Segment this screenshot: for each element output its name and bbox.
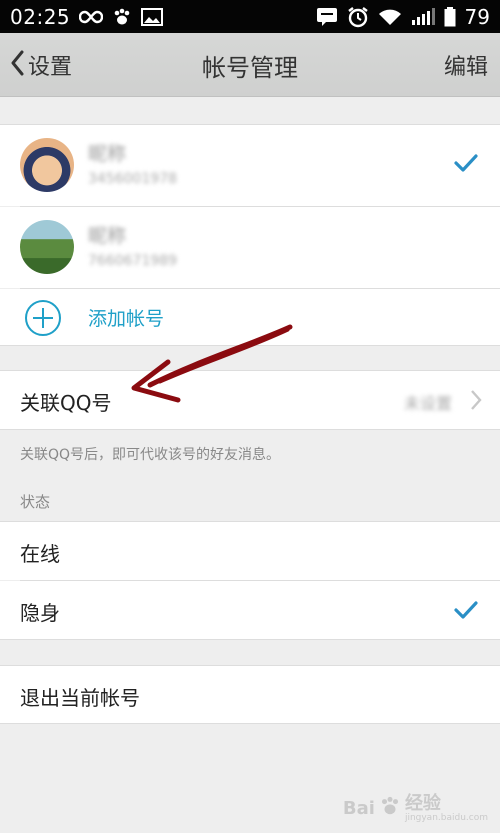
wifi-icon bbox=[378, 8, 402, 26]
battery-level: 79 bbox=[464, 4, 490, 29]
paw-icon bbox=[379, 795, 401, 822]
chevron-right-icon bbox=[470, 389, 482, 415]
paw-icon bbox=[112, 7, 132, 27]
add-account-label: 添加帐号 bbox=[88, 308, 165, 330]
check-icon bbox=[454, 153, 478, 177]
status-option-online[interactable]: 在线 bbox=[0, 522, 500, 580]
watermark-brand: Bai bbox=[342, 798, 375, 820]
signal-icon bbox=[411, 7, 435, 26]
status-option-invisible[interactable]: 隐身 bbox=[0, 581, 500, 639]
chevron-left-icon bbox=[10, 50, 24, 80]
divider bbox=[0, 639, 500, 640]
link-qq-row[interactable]: 关联QQ号 未设置 bbox=[0, 371, 500, 429]
account-row[interactable]: 昵称 3456001978 bbox=[0, 125, 500, 206]
divider bbox=[0, 429, 500, 430]
account-name: 昵称 bbox=[88, 143, 127, 165]
check-icon bbox=[454, 600, 478, 624]
baidu-watermark: Bai 经验 jingyan.baidu.com bbox=[342, 792, 488, 823]
account-row[interactable]: 昵称 7660671989 bbox=[0, 207, 500, 288]
chat-icon bbox=[316, 7, 338, 27]
status-bar: 02:25 79 bbox=[0, 0, 500, 33]
link-qq-value: 未设置 bbox=[403, 394, 452, 413]
link-qq-hint: 关联QQ号后，即可代收该号的好友消息。 bbox=[20, 447, 281, 463]
edit-button[interactable]: 编辑 bbox=[444, 33, 488, 97]
watermark-url: jingyan.baidu.com bbox=[404, 812, 488, 823]
back-button[interactable]: 设置 bbox=[10, 33, 72, 97]
divider bbox=[0, 723, 500, 724]
divider bbox=[0, 345, 500, 346]
account-number: 7660671989 bbox=[88, 253, 178, 269]
avatar bbox=[20, 220, 74, 274]
account-name: 昵称 bbox=[88, 225, 127, 247]
status-option-label: 隐身 bbox=[20, 601, 60, 625]
alarm-icon bbox=[347, 6, 369, 28]
image-icon bbox=[141, 7, 164, 26]
logout-label: 退出当前帐号 bbox=[20, 686, 140, 710]
back-label: 设置 bbox=[28, 55, 73, 80]
status-time: 02:25 bbox=[10, 4, 71, 29]
account-number: 3456001978 bbox=[88, 171, 178, 187]
plus-circle-icon bbox=[24, 299, 62, 341]
infinity-icon bbox=[79, 10, 104, 24]
link-qq-label: 关联QQ号 bbox=[20, 391, 112, 415]
logout-button[interactable]: 退出当前帐号 bbox=[0, 666, 500, 723]
status-option-label: 在线 bbox=[20, 542, 60, 566]
add-account-button[interactable]: 添加帐号 bbox=[0, 289, 500, 345]
watermark-sub: 经验 bbox=[404, 792, 441, 814]
avatar bbox=[20, 138, 74, 192]
title-bar: 设置 帐号管理 编辑 bbox=[0, 33, 500, 97]
page-title: 帐号管理 bbox=[202, 53, 298, 82]
status-section-label: 状态 bbox=[20, 493, 51, 511]
battery-icon bbox=[444, 6, 456, 27]
